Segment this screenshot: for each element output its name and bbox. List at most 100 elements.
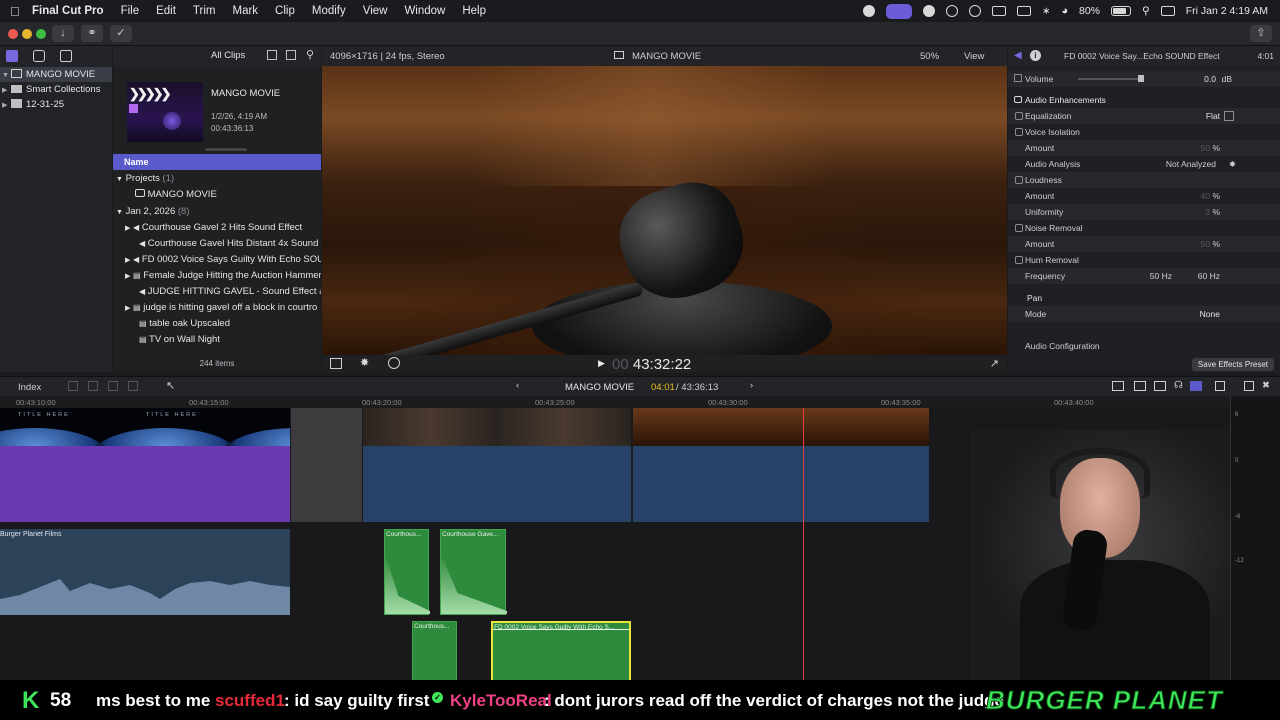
- video-clip[interactable]: [363, 446, 631, 522]
- monitor-icon[interactable]: [1016, 6, 1031, 16]
- fullscreen-icon[interactable]: ↗: [990, 357, 999, 370]
- focus-icon[interactable]: [922, 5, 935, 17]
- list-item[interactable]: ▤ TV on Wall Night: [113, 332, 321, 348]
- timeline-ruler[interactable]: 00:43:10:00 00:43:15:00 00:43:20:00 00:4…: [0, 396, 1230, 408]
- menu-help[interactable]: Help: [462, 5, 486, 17]
- import-button[interactable]: ↓: [52, 25, 74, 42]
- display-icon[interactable]: [991, 6, 1006, 16]
- headphones-icon[interactable]: ☊: [1174, 380, 1183, 391]
- freq-50hz-radio[interactable]: 50 Hz: [1150, 268, 1172, 284]
- pan-header[interactable]: Pan: [1008, 290, 1280, 306]
- volume-value[interactable]: 0.0: [1204, 71, 1216, 87]
- close-window-button[interactable]: [8, 29, 18, 39]
- menu-app-name[interactable]: Final Cut Pro: [32, 5, 104, 17]
- menu-file[interactable]: File: [121, 5, 140, 17]
- wifi-icon[interactable]: ◕: [1061, 5, 1068, 17]
- view-dropdown[interactable]: View: [964, 51, 984, 62]
- background-tasks-icon[interactable]: ✓: [110, 25, 132, 42]
- zoom-window-button[interactable]: [36, 29, 46, 39]
- music-clip[interactable]: Burger Planet Films: [0, 529, 290, 615]
- gavel-video-clip[interactable]: [633, 446, 929, 522]
- keywords-icon[interactable]: ⚭: [81, 25, 103, 42]
- transitions-browser-icon[interactable]: ✖: [1262, 380, 1270, 391]
- solo-icon[interactable]: [1154, 381, 1166, 391]
- menu-trim[interactable]: Trim: [193, 5, 216, 17]
- retime-icon[interactable]: [388, 357, 400, 369]
- sfx-clip[interactable]: Courthous...: [384, 529, 430, 615]
- spotlight-search-icon[interactable]: ⚲: [1142, 5, 1150, 17]
- volume-slider[interactable]: [1078, 75, 1144, 82]
- magic-wand-icon[interactable]: ✸: [360, 356, 369, 369]
- clip-appearance-icon[interactable]: [1215, 381, 1225, 391]
- control-center-icon[interactable]: [1160, 6, 1175, 16]
- menu-modify[interactable]: Modify: [312, 5, 346, 17]
- freq-60hz-radio[interactable]: 60 Hz: [1198, 268, 1220, 284]
- playhead[interactable]: [803, 408, 804, 680]
- row-value[interactable]: 50: [1201, 140, 1210, 156]
- list-item[interactable]: ▶ ◀ Courthouse Gavel 2 Hits Sound Effect: [113, 220, 321, 236]
- list-item[interactable]: ▶ ▤ Female Judge Hitting the Auction Ham…: [113, 268, 321, 284]
- audio-config-header[interactable]: Audio Configuration: [1008, 338, 1280, 354]
- group-event-date[interactable]: ▼ Jan 2, 2026 (8): [113, 204, 321, 220]
- minimize-window-button[interactable]: [22, 29, 32, 39]
- menu-edit[interactable]: Edit: [156, 5, 176, 17]
- list-item[interactable]: ▤ table oak Upscaled: [113, 316, 321, 332]
- noise-removal-checkbox[interactable]: [1015, 224, 1023, 232]
- thumbnail-size-slider[interactable]: [205, 148, 247, 151]
- sidebar-item-library[interactable]: ▼ MANGO MOVIE: [0, 67, 112, 82]
- sidebar-item-smart-collections[interactable]: ▶ Smart Collections: [0, 82, 112, 97]
- apple-menu-icon[interactable]: : [10, 4, 32, 19]
- row-value[interactable]: 50: [1201, 236, 1210, 252]
- audio-inspector-icon[interactable]: ◀: [1014, 50, 1022, 61]
- clip-filter-dropdown[interactable]: All Clips: [211, 50, 245, 61]
- list-item[interactable]: ▶ ▤ judge is hitting gavel off a block i…: [113, 300, 321, 316]
- name-column-header[interactable]: Name: [113, 154, 321, 170]
- menu-view[interactable]: View: [363, 5, 388, 17]
- voice-isolation-checkbox[interactable]: [1015, 128, 1023, 136]
- timeline-project-name[interactable]: MANGO MOVIE: [565, 382, 634, 393]
- sfx-clip[interactable]: Courthous...: [412, 621, 457, 680]
- timeline-tracks[interactable]: TITLE HERE TITLE HERE Burger Planet Film…: [0, 408, 1230, 680]
- row-value[interactable]: 3: [1205, 204, 1210, 220]
- save-effects-preset-button[interactable]: Save Effects Preset: [1191, 358, 1274, 371]
- effects-browser-icon[interactable]: [1244, 381, 1254, 391]
- equalization-dropdown[interactable]: Flat: [1206, 108, 1220, 124]
- audio-skimming-icon[interactable]: [1134, 381, 1146, 391]
- volume-line[interactable]: [493, 629, 629, 630]
- analyze-wand-icon[interactable]: ✸: [1229, 156, 1236, 172]
- play-icon[interactable]: [968, 5, 981, 17]
- list-item[interactable]: ◀ Courthouse Gavel Hits Distant 4x Sound…: [113, 236, 321, 252]
- pan-mode-dropdown[interactable]: None: [1200, 306, 1220, 322]
- list-item[interactable]: MANGO MOVIE: [113, 187, 321, 203]
- menu-window[interactable]: Window: [404, 5, 445, 17]
- transform-icon[interactable]: [330, 358, 342, 369]
- overwrite-clip-icon[interactable]: [128, 381, 138, 391]
- grid-icon[interactable]: [945, 5, 958, 17]
- share-icon[interactable]: ⇧: [1250, 25, 1272, 42]
- viewer-video-frame[interactable]: [322, 66, 1007, 355]
- gap-clip[interactable]: [291, 408, 362, 522]
- equalization-checkbox[interactable]: [1015, 112, 1023, 120]
- battery-icon[interactable]: [1111, 6, 1131, 16]
- info-icon[interactable]: i: [1030, 50, 1041, 61]
- forward-arrow-icon[interactable]: ›: [750, 380, 753, 391]
- menu-mark[interactable]: Mark: [232, 5, 258, 17]
- insert-clip-icon[interactable]: [88, 381, 98, 391]
- eq-graph-icon[interactable]: [1224, 111, 1234, 121]
- libraries-icon[interactable]: [6, 50, 18, 62]
- clip-appearance-icon[interactable]: [286, 50, 296, 60]
- project-thumbnail[interactable]: ❯❯❯❯❯: [127, 82, 203, 142]
- play-button[interactable]: ▶: [598, 358, 605, 369]
- hum-removal-checkbox[interactable]: [1015, 256, 1023, 264]
- photos-audio-icon[interactable]: [33, 50, 45, 62]
- list-item[interactable]: ▶ ◀ FD 0002 Voice Says Guilty With Echo …: [113, 252, 321, 268]
- sidebar-item-event[interactable]: ▶ 12-31-25: [0, 97, 112, 112]
- zoom-dropdown[interactable]: 50%: [920, 51, 939, 62]
- back-arrow-icon[interactable]: ‹: [516, 380, 519, 391]
- slider-knob[interactable]: [1138, 75, 1144, 82]
- menu-clip[interactable]: Clip: [275, 5, 295, 17]
- skimming-icon[interactable]: [1112, 381, 1124, 391]
- loudness-checkbox[interactable]: [1015, 176, 1023, 184]
- snapping-icon[interactable]: [1190, 381, 1202, 391]
- index-button[interactable]: Index: [18, 382, 41, 393]
